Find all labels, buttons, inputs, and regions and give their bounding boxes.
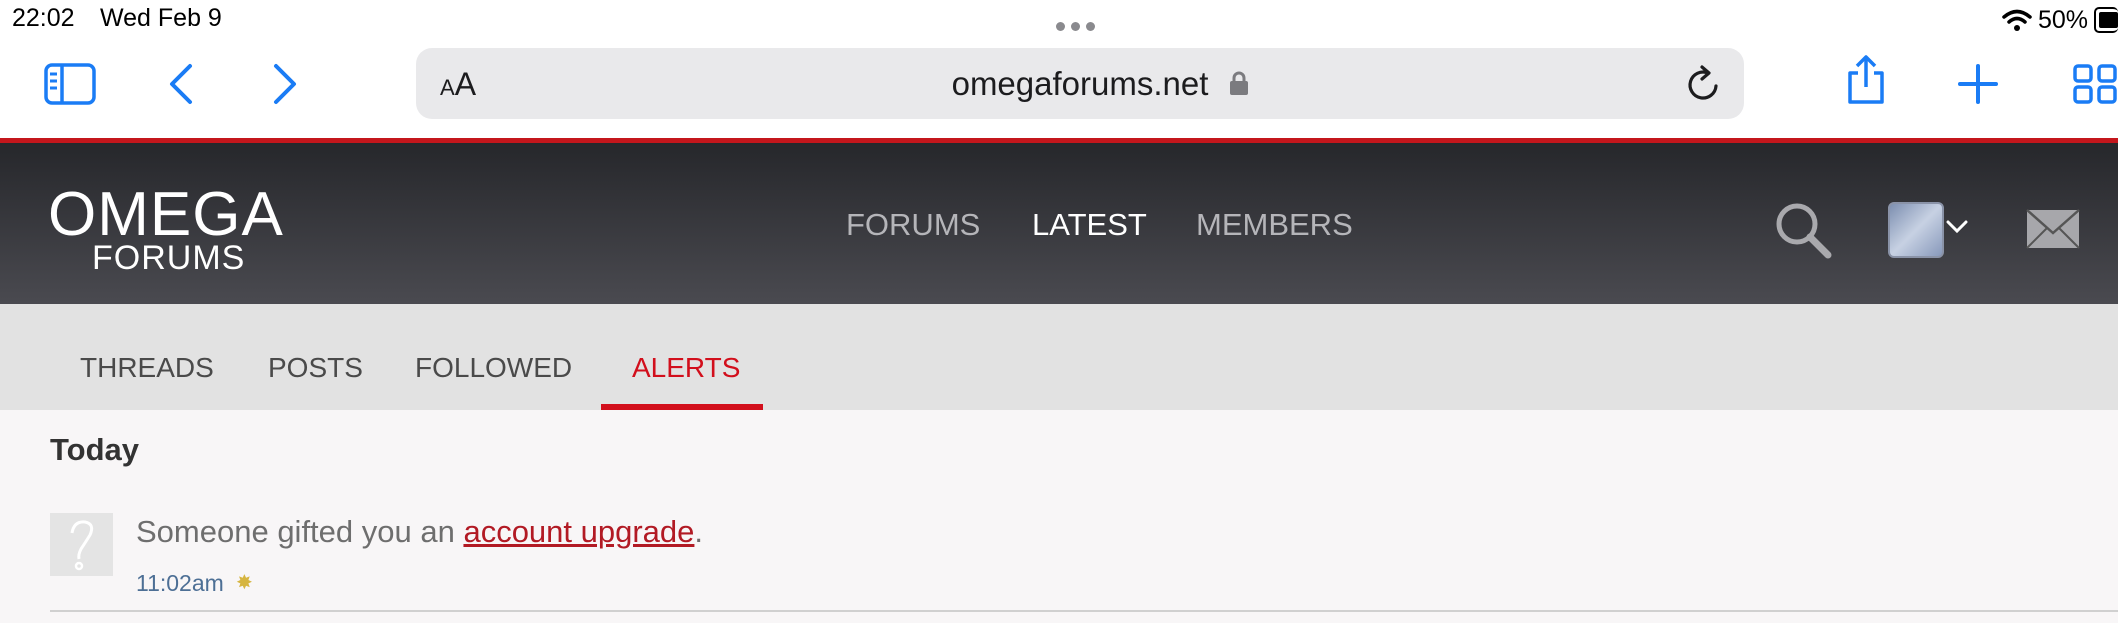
sidebar-icon[interactable] [44,62,96,106]
new-tab-icon[interactable] [1958,62,1998,106]
multitasking-dots-icon[interactable] [1056,18,1101,36]
address-bar[interactable]: AA omegaforums.net [416,48,1744,119]
reload-icon[interactable] [1686,64,1722,102]
battery-percent: 50% [2037,5,2088,34]
tab-posts[interactable]: POSTS [268,352,363,384]
nav-members[interactable]: MEMBERS [1196,207,1353,243]
alert-link-account-upgrade[interactable]: account upgrade [463,514,694,549]
alert-avatar [50,513,113,576]
status-date: Wed Feb 9 [100,4,222,32]
unknown-user-icon [70,520,94,571]
mail-icon[interactable] [2026,209,2080,249]
site-header: OMEGA FORUMS FORUMS LATEST MEMBERS [0,143,2118,304]
alert-time[interactable]: 11:02am [136,570,224,597]
url-text[interactable]: omegaforums.net [416,65,1744,103]
forward-icon[interactable] [272,62,298,106]
status-bar: 22:02 Wed Feb 9 50% [0,0,2118,40]
user-avatar[interactable] [1888,202,1944,258]
battery-icon [2094,7,2118,33]
tab-threads[interactable]: THREADS [80,352,214,384]
lock-icon [1230,71,1248,95]
site-logo-subtitle[interactable]: FORUMS [92,239,245,278]
wifi-icon [2002,9,2032,31]
nav-forums[interactable]: FORUMS [846,207,980,243]
tab-followed[interactable]: FOLLOWED [415,352,572,384]
subnav: THREADS POSTS FOLLOWED ALERTS [0,304,2118,410]
alerts-list: Today Someone gifted you an account upgr… [0,410,2118,623]
back-icon[interactable] [168,62,194,106]
alert-message: Someone gifted you an account upgrade. [136,514,704,549]
tabs-overview-icon[interactable] [2072,62,2118,106]
nav-latest[interactable]: LATEST [1032,207,1147,243]
share-icon[interactable] [1844,55,1888,104]
tab-alerts[interactable]: ALERTS [632,352,740,384]
divider [50,610,2118,612]
search-icon[interactable] [1774,201,1832,259]
chevron-down-icon[interactable] [1946,220,1968,234]
section-title: Today [50,432,139,467]
status-time: 22:02 [12,4,75,32]
new-alert-icon: ✸ [236,572,253,594]
